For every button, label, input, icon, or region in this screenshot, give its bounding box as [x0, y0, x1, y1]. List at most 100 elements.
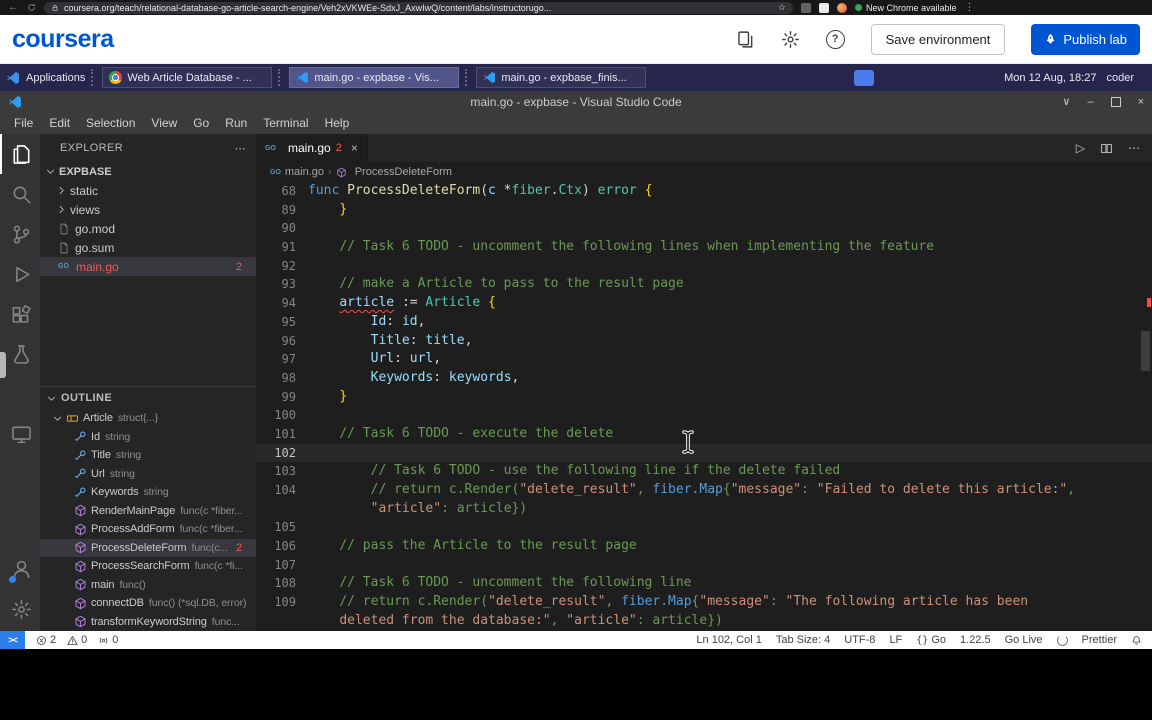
- editor-more-icon[interactable]: ⋯: [1128, 141, 1140, 155]
- explorer-item-go.sum[interactable]: go.sum: [40, 238, 256, 257]
- code-editor[interactable]: 68 func ProcessDeleteForm(c *fiber.Ctx) e…: [256, 182, 1152, 631]
- code-line-99[interactable]: 99 }: [256, 388, 1152, 407]
- outline-item-transformKeywordString[interactable]: transformKeywordString func...: [40, 613, 256, 632]
- explorer-item-views[interactable]: views: [40, 200, 256, 219]
- status-language-mode[interactable]: {} Go: [916, 634, 946, 646]
- code-line-105[interactable]: 105: [256, 518, 1152, 537]
- breadcrumb-main.go[interactable]: GO main.go: [270, 166, 324, 178]
- code-line-91[interactable]: 91 // Task 6 TODO - uncomment the follow…: [256, 238, 1152, 257]
- status-go-live[interactable]: Go Live: [1005, 634, 1043, 646]
- menu-go[interactable]: Go: [185, 116, 217, 130]
- url-bar[interactable]: coursera.org/teach/relational-database-g…: [44, 1, 793, 14]
- taskbar-window-2[interactable]: main.go - expbase_finis...: [476, 67, 647, 88]
- menu-edit[interactable]: Edit: [41, 116, 78, 130]
- taskbar-window-1[interactable]: main.go - expbase - Vis...: [289, 67, 460, 88]
- extensions-icon[interactable]: [801, 2, 811, 13]
- code-line-94[interactable]: 94 article := Article {: [256, 294, 1152, 313]
- outline-header[interactable]: OUTLINE: [40, 386, 256, 409]
- code-line-89[interactable]: 89 }: [256, 201, 1152, 220]
- code-line-wrap[interactable]: deleted from the database:", "article": …: [256, 612, 1152, 631]
- code-line-103[interactable]: 103 // Task 6 TODO - use the following l…: [256, 462, 1152, 481]
- code-line-92[interactable]: 92: [256, 257, 1152, 276]
- taskbar-clock[interactable]: Mon 12 Aug, 18:27: [1004, 72, 1096, 84]
- run-file-icon[interactable]: ▷: [1076, 141, 1085, 155]
- activity-extensions[interactable]: [0, 294, 40, 334]
- activity-account[interactable]: [0, 549, 40, 589]
- activity-search[interactable]: [0, 174, 40, 214]
- code-line-95[interactable]: 95 Id: id,: [256, 313, 1152, 332]
- code-line-96[interactable]: 96 Title: title,: [256, 332, 1152, 351]
- explorer-item-static[interactable]: static: [40, 181, 256, 200]
- status-eol[interactable]: LF: [889, 634, 902, 646]
- remote-indicator[interactable]: ><: [0, 631, 25, 649]
- code-line-100[interactable]: 100: [256, 406, 1152, 425]
- code-line-107[interactable]: 107: [256, 556, 1152, 575]
- outline-item-main[interactable]: main func(): [40, 576, 256, 595]
- outline-item-ProcessDeleteForm[interactable]: ProcessDeleteForm func(c... 2: [40, 538, 256, 557]
- publish-lab-button[interactable]: Publish lab: [1031, 23, 1140, 55]
- explorer-item-main.go[interactable]: GO main.go 2: [40, 257, 256, 276]
- activity-settings[interactable]: [0, 589, 40, 629]
- menu-run[interactable]: Run: [217, 116, 255, 130]
- editor-scrollbar[interactable]: [1141, 331, 1150, 371]
- code-line-106[interactable]: 106 // pass the Article to the result pa…: [256, 537, 1152, 556]
- activity-live-preview[interactable]: [0, 414, 40, 454]
- ports-indicator[interactable]: 0: [98, 634, 118, 646]
- code-line-109[interactable]: 109 // return c.Render("delete_result", …: [256, 593, 1152, 612]
- code-line-101[interactable]: 101 // Task 6 TODO - execute the delete: [256, 425, 1152, 444]
- panel-reveal-handle[interactable]: [0, 352, 6, 378]
- tab-main-go[interactable]: GO main.go 2 ×: [256, 134, 368, 162]
- activity-run-debug[interactable]: [0, 254, 40, 294]
- explorer-root-expbase[interactable]: EXPBASE: [40, 162, 256, 181]
- browser-menu-icon[interactable]: ⋮: [965, 2, 975, 13]
- back-icon[interactable]: ←: [8, 2, 18, 13]
- outline-item-Article[interactable]: Article struct{...}: [40, 409, 256, 428]
- code-line-wrap[interactable]: "article": article}): [256, 500, 1152, 519]
- help-icon[interactable]: ?: [825, 29, 845, 49]
- code-line-108[interactable]: 108 // Task 6 TODO - uncomment the follo…: [256, 574, 1152, 593]
- code-line-90[interactable]: 90: [256, 219, 1152, 238]
- breadcrumb-ProcessDeleteForm[interactable]: ProcessDeleteForm: [336, 166, 452, 178]
- code-line-98[interactable]: 98 Keywords: keywords,: [256, 369, 1152, 388]
- code-line-97[interactable]: 97 Url: url,: [256, 350, 1152, 369]
- status-encoding[interactable]: UTF-8: [844, 634, 875, 646]
- outline-item-ProcessSearchForm[interactable]: ProcessSearchForm func(c *fi...: [40, 557, 256, 576]
- status-cursor-position[interactable]: Ln 102, Col 1: [696, 634, 761, 646]
- problems-errors[interactable]: 2: [36, 634, 56, 646]
- close-icon[interactable]: ×: [1138, 96, 1144, 108]
- code-line-102[interactable]: 102: [256, 443, 1152, 463]
- menu-help[interactable]: Help: [317, 116, 358, 130]
- reload-icon[interactable]: [27, 3, 36, 12]
- minimize-icon[interactable]: –: [1087, 96, 1093, 108]
- activity-explorer[interactable]: [0, 134, 40, 174]
- activity-source-control[interactable]: [0, 214, 40, 254]
- browser-profile-avatar[interactable]: [837, 2, 847, 13]
- applications-menu-icon[interactable]: [6, 71, 20, 85]
- status-indentation[interactable]: Tab Size: 4: [776, 634, 830, 646]
- copy-icon[interactable]: [736, 30, 755, 49]
- menu-file[interactable]: File: [6, 116, 41, 130]
- chrome-update-button[interactable]: New Chrome available: [855, 3, 957, 13]
- outline-item-Title[interactable]: Title string: [40, 446, 256, 465]
- status-notifications[interactable]: [1131, 635, 1142, 646]
- menu-view[interactable]: View: [143, 116, 185, 130]
- menu-terminal[interactable]: Terminal: [255, 116, 316, 130]
- tab-close-icon[interactable]: ×: [351, 141, 358, 155]
- activity-testing[interactable]: [0, 334, 40, 374]
- outline-item-Keywords[interactable]: Keywords string: [40, 483, 256, 502]
- explorer-item-go.mod[interactable]: go.mod: [40, 219, 256, 238]
- menu-selection[interactable]: Selection: [78, 116, 143, 130]
- code-line-104[interactable]: 104 // return c.Render("delete_result", …: [256, 481, 1152, 500]
- outline-item-Id[interactable]: Id string: [40, 428, 256, 447]
- outline-item-RenderMainPage[interactable]: RenderMainPage func(c *fiber...: [40, 502, 256, 521]
- applications-menu[interactable]: Applications: [26, 72, 85, 84]
- outline-item-connectDB[interactable]: connectDB func() (*sql.DB, error): [40, 594, 256, 613]
- code-line-68[interactable]: 68 func ProcessDeleteForm(c *fiber.Ctx) e…: [256, 182, 1152, 201]
- problems-warnings[interactable]: 0: [67, 634, 87, 646]
- taskbar-window-0[interactable]: Web Article Database - ...: [102, 67, 273, 88]
- layout-toggle-icon[interactable]: ∨: [1062, 95, 1070, 108]
- coursera-logo[interactable]: coursera: [12, 25, 114, 54]
- outline-item-ProcessAddForm[interactable]: ProcessAddForm func(c *fiber...: [40, 520, 256, 539]
- status-go-version[interactable]: 1.22.5: [960, 634, 991, 646]
- status-sync-spinner[interactable]: [1056, 634, 1068, 646]
